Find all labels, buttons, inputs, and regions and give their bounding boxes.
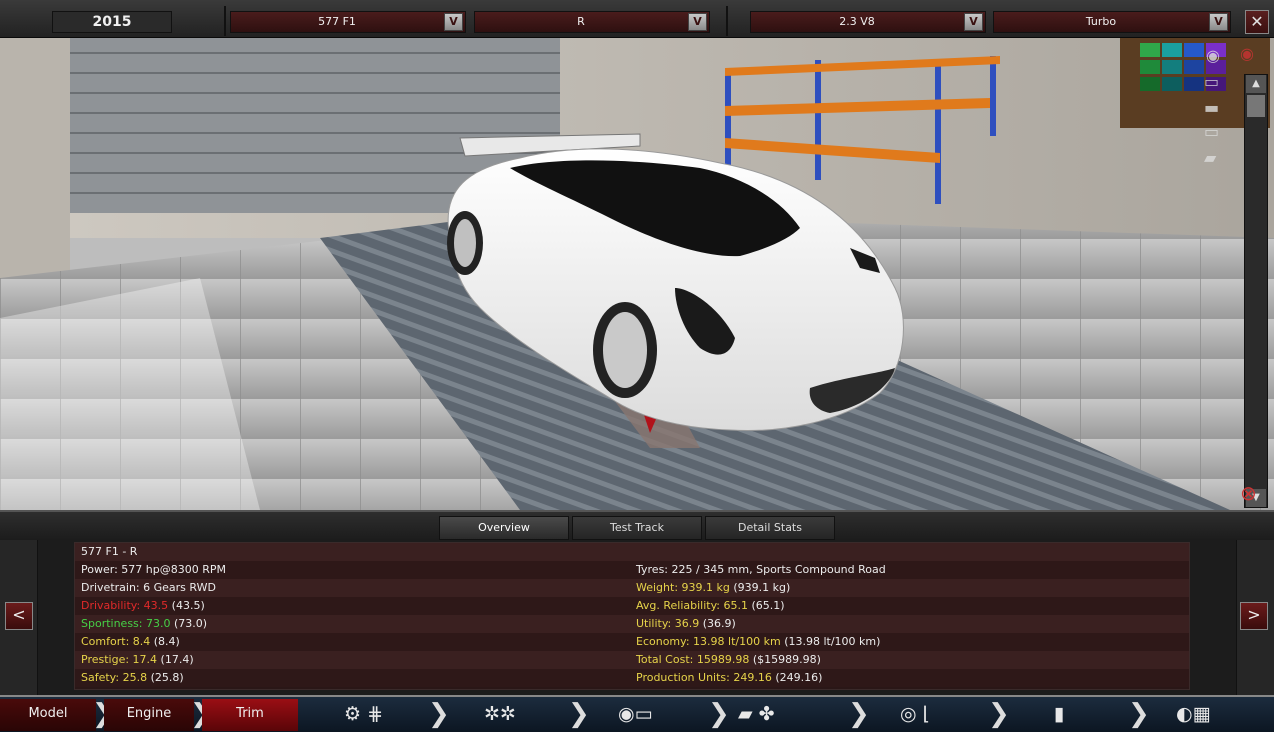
- stats-row: Sportiness: 73.0 (73.0) Utility: 36.9 (3…: [75, 615, 1189, 633]
- scroll-up-button[interactable]: ▲: [1246, 75, 1266, 93]
- safety-extra: (25.8): [150, 671, 184, 684]
- drivability-stat: Drivability: 43.5 (43.5): [81, 597, 205, 615]
- reliability-extra: (65.1): [751, 599, 785, 612]
- engine-dropdown-label: 2.3 V8: [839, 15, 875, 28]
- total-cost-stat: Total Cost: 15989.98 ($15989.98): [636, 651, 821, 669]
- stats-tab-bar: Overview Test Track Detail Stats: [0, 510, 1274, 540]
- fuel-system-dropdown-label: Turbo: [1085, 15, 1117, 28]
- utility-extra: (36.9): [702, 617, 736, 630]
- car-side-view-icon[interactable]: ▬: [1204, 98, 1219, 117]
- trim-dropdown[interactable]: R V: [474, 11, 710, 33]
- prestige-extra: (17.4): [160, 653, 194, 666]
- reliability-stat: Avg. Reliability: 65.1 (65.1): [636, 597, 785, 615]
- prestige-value: Prestige: 17.4: [81, 653, 158, 666]
- economy-value: Economy: 13.98 lt/100 km: [636, 635, 781, 648]
- total-cost-extra: ($15989.98): [752, 653, 821, 666]
- production-units-value: Production Units: 249.16: [636, 671, 772, 684]
- toolbar-divider: [224, 6, 226, 36]
- interior-icon[interactable]: ◎ ⌊: [900, 701, 930, 727]
- stats-row: Safety: 25.8 (25.8) Production Units: 24…: [75, 669, 1189, 687]
- scroll-thumb[interactable]: [1247, 95, 1265, 117]
- weight-extra: (939.1 kg): [733, 581, 791, 594]
- prestige-stat: Prestige: 17.4 (17.4): [81, 651, 194, 669]
- comfort-value: Comfort: 8.4: [81, 635, 151, 648]
- production-units-extra: (249.16): [775, 671, 823, 684]
- stats-row: Comfort: 8.4 (8.4) Economy: 13.98 lt/100…: [75, 633, 1189, 651]
- view-scrollbar[interactable]: ▲ ▼: [1244, 74, 1268, 508]
- finish-flag-icon[interactable]: ◐▦: [1176, 701, 1211, 727]
- comfort-stat: Comfort: 8.4 (8.4): [81, 633, 180, 651]
- chevron-icon: ❯: [568, 699, 590, 729]
- engine-dropdown[interactable]: 2.3 V8 V: [750, 11, 986, 33]
- nav-engine[interactable]: Engine: [104, 699, 194, 731]
- wheels-icon[interactable]: ✲✲: [484, 701, 516, 727]
- reliability-value: Avg. Reliability: 65.1: [636, 599, 749, 612]
- economy-extra: (13.98 lt/100 km): [784, 635, 881, 648]
- next-arrow-button[interactable]: >: [1240, 602, 1268, 630]
- power-stat: Power: 577 hp@8300 RPM: [81, 563, 226, 576]
- weight-stat: Weight: 939.1 kg (939.1 kg): [636, 579, 790, 597]
- eye-icon[interactable]: ◉: [1240, 44, 1254, 63]
- tab-overview[interactable]: Overview: [439, 516, 569, 540]
- trim-dropdown-label: R: [577, 15, 585, 28]
- chevron-icon: ❯: [708, 699, 730, 729]
- stats-row: 577 F1 - R: [75, 543, 1189, 561]
- prev-arrow-button[interactable]: <: [5, 602, 33, 630]
- fuel-system-dropdown[interactable]: Turbo V: [993, 11, 1231, 33]
- sportiness-value: Sportiness: 73.0: [81, 617, 171, 630]
- safety-value: Safety: 25.8: [81, 671, 148, 684]
- year-display: 2015: [52, 11, 172, 33]
- suspension-icon[interactable]: ◉▭: [618, 701, 653, 727]
- total-cost-value: Total Cost: 15989.98: [636, 653, 750, 666]
- car-3d-viewport[interactable]: ◉ ◉ ▭ ▬ ▭ ▰ ▲ ▼ ⊗: [0, 38, 1274, 510]
- economy-stat: Economy: 13.98 lt/100 km (13.98 lt/100 k…: [636, 633, 880, 651]
- car-angle-view-icon[interactable]: ▰: [1204, 148, 1216, 167]
- paint-icon[interactable]: ▮: [1054, 701, 1064, 727]
- top-toolbar: 2015 577 F1 V R V 2.3 V8 V Turbo V ✕: [0, 0, 1274, 38]
- nav-trim[interactable]: Trim: [202, 699, 298, 731]
- tab-detail-stats[interactable]: Detail Stats: [705, 516, 835, 540]
- model-dropdown-button[interactable]: V: [444, 13, 463, 31]
- chevron-icon: ❯: [428, 699, 450, 729]
- car-front-view-icon[interactable]: ▭: [1204, 72, 1219, 91]
- gearbox-icon[interactable]: ⚙ ⋕: [344, 701, 383, 727]
- garage-scene: [0, 38, 1274, 510]
- utility-value: Utility: 36.9: [636, 617, 700, 630]
- drivetrain-stat: Drivetrain: 6 Gears RWD: [81, 581, 216, 594]
- weight-value: Weight: 939.1 kg: [636, 581, 730, 594]
- trim-dropdown-button[interactable]: V: [688, 13, 707, 31]
- model-dropdown[interactable]: 577 F1 V: [230, 11, 466, 33]
- car-name: 577 F1 - R: [81, 545, 138, 558]
- stats-row: Drivability: 43.5 (43.5) Avg. Reliabilit…: [75, 597, 1189, 615]
- engine-dropdown-button[interactable]: V: [964, 13, 983, 31]
- drivability-value: Drivability: 43.5: [81, 599, 169, 612]
- close-button[interactable]: ✕: [1245, 10, 1269, 34]
- body-aero-icon[interactable]: ▰ ✤: [738, 701, 775, 727]
- overview-stats-panel: 577 F1 - R Power: 577 hp@8300 RPM Tyres:…: [74, 542, 1190, 690]
- design-stage-nav: Model ❯ Engine ❯ Trim ⚙ ⋕ ❯ ✲✲ ❯ ◉▭ ❯ ▰ …: [0, 695, 1274, 732]
- model-dropdown-label: 577 F1: [318, 15, 356, 28]
- sportiness-extra: (73.0): [173, 617, 208, 630]
- stats-area: < > 577 F1 - R Power: 577 hp@8300 RPM Ty…: [0, 540, 1274, 695]
- stats-row: Drivetrain: 6 Gears RWD Weight: 939.1 kg…: [75, 579, 1189, 597]
- tyres-stat: Tyres: 225 / 345 mm, Sports Compound Roa…: [636, 563, 886, 576]
- camera-icon[interactable]: ◉: [1206, 46, 1220, 65]
- utility-stat: Utility: 36.9 (36.9): [636, 615, 736, 633]
- car-rear-view-icon[interactable]: ▭: [1204, 122, 1219, 141]
- chevron-icon: ❯: [1128, 699, 1150, 729]
- stats-row: Power: 577 hp@8300 RPM Tyres: 225 / 345 …: [75, 561, 1189, 579]
- safety-stat: Safety: 25.8 (25.8): [81, 669, 184, 687]
- stats-row: Prestige: 17.4 (17.4) Total Cost: 15989.…: [75, 651, 1189, 669]
- nav-model[interactable]: Model: [0, 699, 96, 731]
- sportiness-stat: Sportiness: 73.0 (73.0): [81, 615, 207, 633]
- chevron-icon: ❯: [988, 699, 1010, 729]
- fuel-system-dropdown-button[interactable]: V: [1209, 13, 1228, 31]
- toolbar-divider: [726, 6, 728, 36]
- remove-icon[interactable]: ⊗: [1240, 481, 1257, 505]
- comfort-extra: (8.4): [153, 635, 180, 648]
- tab-test-track[interactable]: Test Track: [572, 516, 702, 540]
- chevron-icon: ❯: [848, 699, 870, 729]
- production-units-stat: Production Units: 249.16 (249.16): [636, 669, 822, 687]
- drivability-extra: (43.5): [171, 599, 205, 612]
